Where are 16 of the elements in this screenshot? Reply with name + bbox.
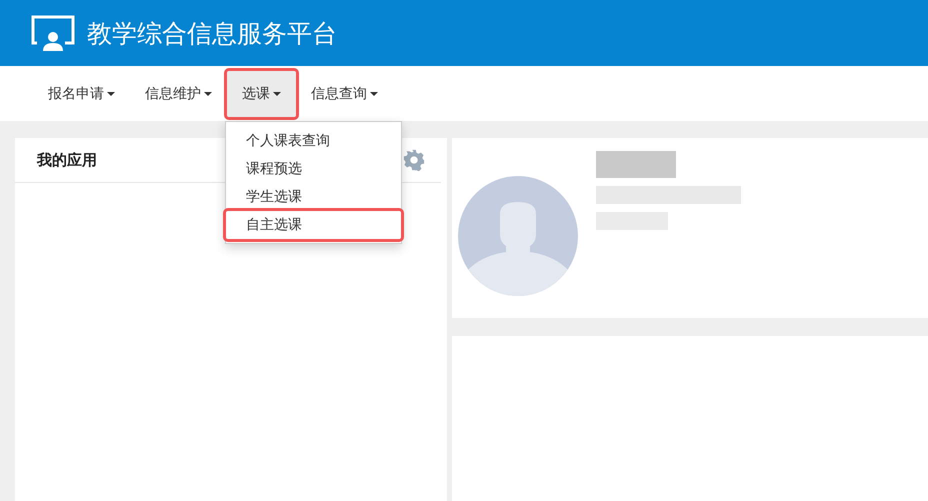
screen-person-icon <box>29 13 77 53</box>
nav-menu-item[interactable]: 选课 <box>227 70 296 116</box>
caret-icon <box>370 92 378 96</box>
platform-title: 教学综合信息服务平台 <box>87 18 337 50</box>
caret-icon <box>204 92 212 96</box>
settings-icon[interactable] <box>403 149 425 171</box>
avatar-icon <box>458 176 578 296</box>
panel-title: 我的应用 <box>37 150 97 170</box>
nav-menu-item[interactable]: 信息查询 <box>296 70 393 116</box>
caret-icon <box>273 92 281 96</box>
dropdown-item[interactable]: 个人课表查询 <box>226 127 401 155</box>
dropdown-item[interactable]: 学生选课 <box>226 183 401 211</box>
dropdown-item[interactable]: 课程预选 <box>226 155 401 183</box>
nav-menu-item[interactable]: 报名申请 <box>33 70 130 116</box>
caret-icon <box>107 92 115 96</box>
dropdown-item[interactable]: 自主选课 <box>226 211 401 239</box>
